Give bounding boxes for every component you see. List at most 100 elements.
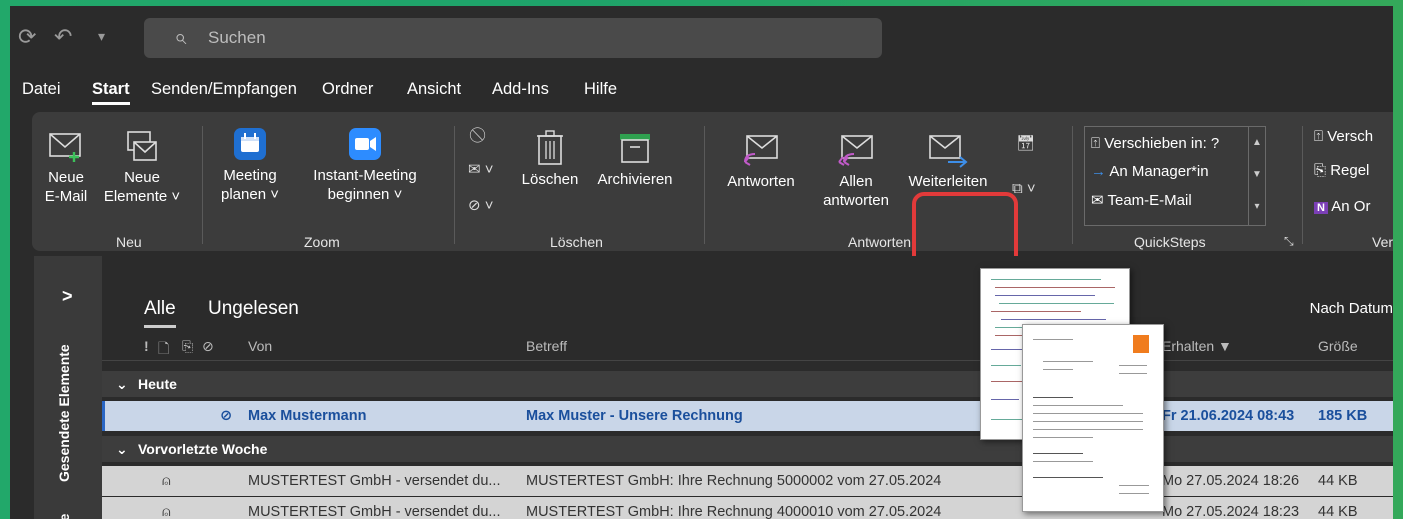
group-label: Heute <box>138 376 177 392</box>
reply-all-icon <box>838 135 873 166</box>
rules-button[interactable]: ⎘ Regel <box>1314 162 1369 179</box>
rules-icon: ⎘ <box>1314 162 1327 179</box>
message-received: Mo 27.05.2024 18:23 <box>1162 504 1300 519</box>
envelope-open-icon: ⍝ <box>162 504 171 519</box>
reply-icon <box>744 135 778 166</box>
outlook-window: ⟳ ↶ ▾ ⌕ Suchen Datei Start Senden/Empfan… <box>10 6 1393 519</box>
tab-hilfe[interactable]: Hilfe <box>584 80 617 99</box>
group-label-zoom: Zoom <box>304 234 340 250</box>
filter-alle[interactable]: Alle <box>144 298 176 328</box>
folder-partial[interactable]: te <box>56 514 72 519</box>
group-separator <box>704 126 705 244</box>
customize-qat-icon[interactable]: ▾ <box>98 28 105 45</box>
new-email-button[interactable]: Neue E-Mail <box>38 130 94 206</box>
message-received: Fr 21.06.2024 08:43 <box>1162 408 1295 424</box>
ignore-icon[interactable]: 🚫︎ <box>468 126 487 144</box>
new-email-icon <box>49 133 81 162</box>
quickstep-team-email[interactable]: ✉︎ Team-E-Mail <box>1091 191 1192 209</box>
group-label-verschieben: Ver <box>1372 234 1393 250</box>
collapse-chevron-icon: ⌄ <box>116 376 128 392</box>
column-erhalten[interactable]: Erhalten ▼ <box>1162 338 1232 354</box>
zoom-video-icon <box>349 128 381 160</box>
group-separator <box>202 126 203 244</box>
forward-button[interactable]: Weiterleiten <box>900 132 996 191</box>
sync-icon[interactable]: ⟳ <box>18 24 36 50</box>
message-subject: MUSTERTEST GmbH: Ihre Rechnung 5000002 v… <box>526 473 942 489</box>
group-separator <box>1072 126 1073 244</box>
meeting-reply-icon[interactable]: 📅︎ <box>1016 134 1035 152</box>
onenote-button[interactable]: N An Or <box>1314 198 1370 215</box>
column-header: ! 🗋︎ ⎘ ⊘ Von Betreff Erhalten ▼ Größe <box>102 332 1393 361</box>
arrow-right-icon: → <box>1091 163 1106 180</box>
attachment-icon: ⊘ <box>220 408 233 424</box>
message-row[interactable]: ⍝ MUSTERTEST GmbH - versendet du... MUST… <box>102 497 1393 519</box>
importance-column-icon[interactable]: ! <box>144 338 149 354</box>
group-header-vorvorletzte-woche[interactable]: ⌄ Vorvorletzte Woche <box>102 436 1393 462</box>
ribbon: Neue E-Mail Neue Elemente ˅ Neu Meeting <box>32 112 1393 328</box>
quicksteps-expand[interactable]: ▾ <box>1248 191 1265 225</box>
search-placeholder: Suchen <box>208 28 266 47</box>
quicksteps-gallery: ⍐ Verschieben in: ? → An Manager*in ✉︎ T… <box>1084 126 1266 226</box>
junk-icon[interactable]: ⊘ ˅ <box>468 196 494 214</box>
quicksteps-scroll-up[interactable]: ▲ <box>1248 127 1265 159</box>
message-list: Alle Ungelesen Nach Datum ! 🗋︎ ⎘ ⊘ Von B… <box>102 256 1393 519</box>
filter-ungelesen[interactable]: Ungelesen <box>208 298 299 320</box>
archive-button[interactable]: Archivieren <box>592 130 678 189</box>
move-folder-icon: ⍐ <box>1091 135 1101 152</box>
dialog-launcher-icon[interactable]: ⤡ <box>1284 234 1294 249</box>
search-icon: ⌕ <box>174 24 187 49</box>
message-row[interactable]: ⊘ Max Mustermann Max Muster - Unsere Rec… <box>102 401 1393 431</box>
title-bar: ⟳ ↶ ▾ ⌕ Suchen <box>10 6 1393 70</box>
tab-add-ins[interactable]: Add-Ins <box>492 80 549 99</box>
message-size: 44 KB <box>1318 504 1358 519</box>
delete-button[interactable]: Löschen <box>516 130 584 189</box>
tab-ordner[interactable]: Ordner <box>322 80 373 99</box>
search-box[interactable]: ⌕ Suchen <box>144 18 882 58</box>
sort-by-date[interactable]: Nach Datum <box>1310 300 1393 317</box>
column-von[interactable]: Von <box>248 338 272 354</box>
instant-meeting-button[interactable]: Instant-Meeting beginnen ˅ <box>300 126 430 204</box>
onenote-icon: N <box>1314 202 1328 214</box>
quickstep-an-manager[interactable]: → An Manager*in <box>1091 163 1209 180</box>
move-icon: ⍐ <box>1314 128 1324 145</box>
tab-start[interactable]: Start <box>92 80 130 105</box>
group-label-loeschen: Löschen <box>550 234 603 250</box>
quicksteps-scroll-down[interactable]: ▼ <box>1248 159 1265 191</box>
message-row[interactable]: ⍝ MUSTERTEST GmbH - versendet du... MUST… <box>102 466 1393 496</box>
move-button[interactable]: ⍐ Versch <box>1314 128 1373 145</box>
undo-icon[interactable]: ↶ <box>54 24 72 50</box>
group-header-heute[interactable]: ⌄ Heute <box>102 371 1393 397</box>
reply-button[interactable]: Antworten <box>718 132 804 191</box>
reminder-column-icon[interactable]: ⎘ <box>182 338 193 355</box>
new-items-button[interactable]: Neue Elemente ˅ <box>102 130 182 206</box>
tab-datei[interactable]: Datei <box>22 80 61 99</box>
email-icon: ✉︎ <box>1091 192 1104 209</box>
column-groesse[interactable]: Größe <box>1318 338 1358 354</box>
message-size: 44 KB <box>1318 473 1358 489</box>
folder-sent-items[interactable]: Gesendete Elemente <box>56 344 72 482</box>
folder-pane-collapsed: > Gesendete Elemente te <box>34 256 102 519</box>
forward-icon <box>929 135 968 168</box>
message-subject: MUSTERTEST GmbH: Ihre Rechnung 4000010 v… <box>526 504 942 519</box>
trash-icon <box>537 130 563 165</box>
envelope-open-icon: ⍝ <box>162 473 171 489</box>
group-label-quicksteps: QuickSteps <box>1134 234 1206 250</box>
attachment-column-icon[interactable]: ⊘ <box>202 338 214 355</box>
archive-icon <box>620 134 650 163</box>
message-subject: Max Muster - Unsere Rechnung <box>526 408 743 424</box>
meeting-planen-button[interactable]: Meeting planen ˅ <box>210 126 290 204</box>
tab-senden-empfangen[interactable]: Senden/Empfangen <box>151 80 297 99</box>
group-label: Vorvorletzte Woche <box>138 441 268 457</box>
quickstep-verschieben[interactable]: ⍐ Verschieben in: ? <box>1091 135 1219 152</box>
message-from: Max Mustermann <box>248 408 367 424</box>
item-type-column-icon[interactable]: 🗋︎ <box>158 338 169 362</box>
more-respond-icon[interactable]: ⧉ ˅ <box>1012 180 1036 197</box>
reply-all-button[interactable]: Allen antworten <box>816 132 896 210</box>
tab-ansicht[interactable]: Ansicht <box>407 80 461 99</box>
column-betreff[interactable]: Betreff <box>526 338 567 354</box>
group-separator <box>454 126 455 244</box>
cleanup-icon[interactable]: ✉︎ ˅ <box>468 160 494 178</box>
invoice-pdf-thumbnail <box>1022 324 1164 512</box>
message-from: MUSTERTEST GmbH - versendet du... <box>248 473 501 489</box>
expand-folder-pane-icon[interactable]: > <box>62 286 73 307</box>
